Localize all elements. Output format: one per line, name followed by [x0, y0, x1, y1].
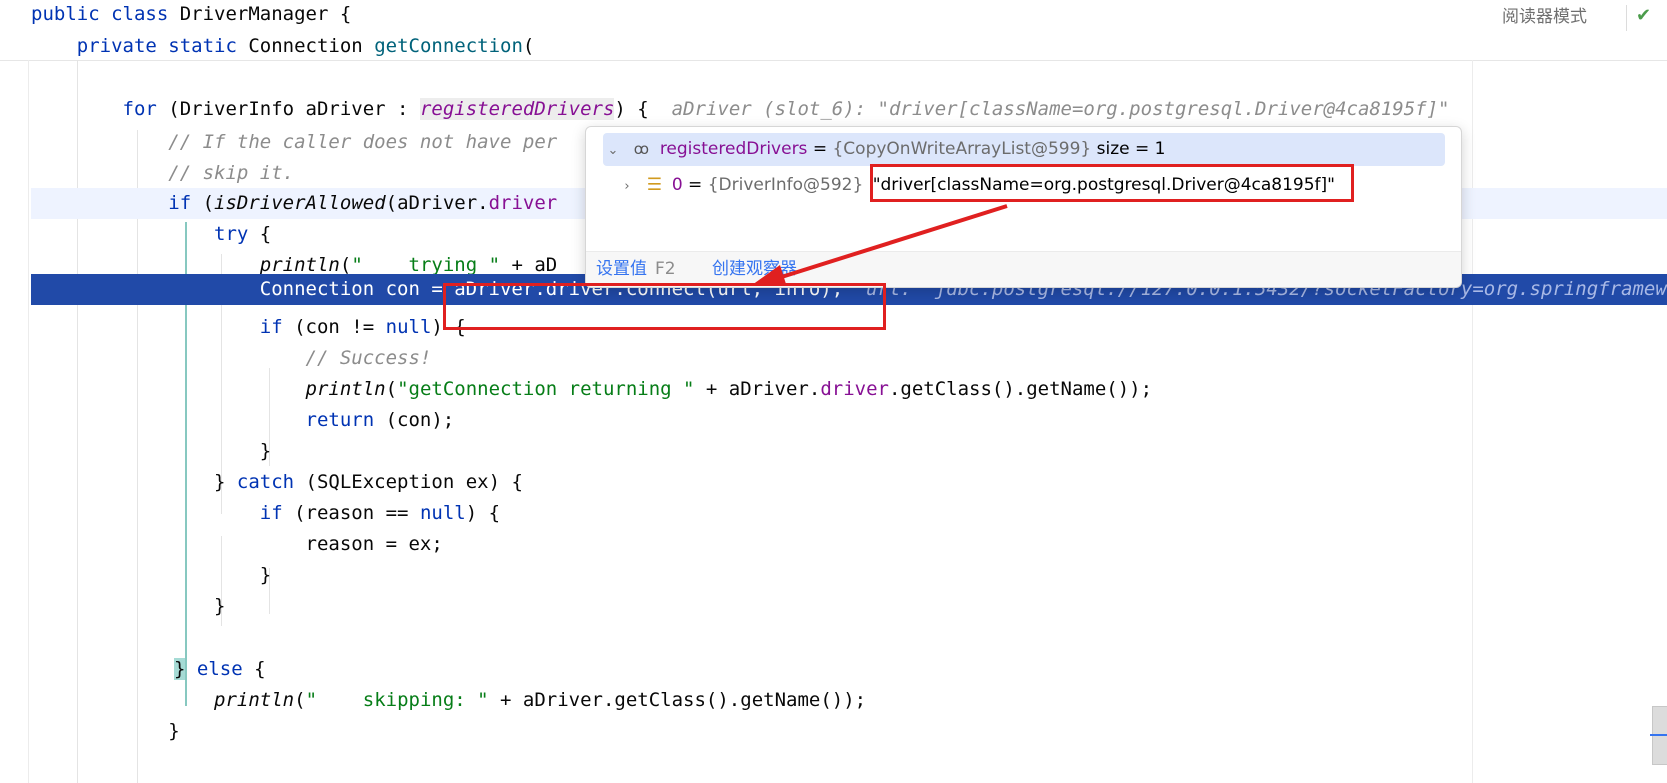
keyword: else	[185, 658, 255, 680]
collection-size: size = 1	[1091, 139, 1166, 159]
keyword: private static	[31, 35, 249, 57]
code-text: }	[31, 440, 272, 462]
code-text: (	[339, 254, 352, 276]
inline-debug-value: aDriver (slot_6): "driver[className=org.…	[648, 98, 1450, 120]
code-text: reason = ex;	[31, 533, 443, 555]
chevron-right-icon[interactable]: ›	[617, 170, 637, 203]
method-call: println	[31, 378, 386, 400]
list-element-icon: ☰	[646, 175, 663, 195]
comment: // If the caller does not have per	[31, 131, 558, 153]
code-text: (	[385, 378, 398, 400]
debug-value-popup[interactable]: ⌄ ꝏ registeredDrivers = {CopyOnWriteArra…	[585, 126, 1462, 288]
code-text: (	[294, 689, 306, 711]
scrollbar-caret-marker	[1650, 734, 1667, 736]
keyword: null	[419, 502, 466, 524]
keyword: return	[31, 409, 386, 431]
keyword: try	[31, 223, 260, 245]
element-type: {DriverInfo@592}	[707, 175, 864, 195]
code-text: (SQLException ex) {	[305, 471, 523, 493]
code-text: (DriverInfo aDriver :	[168, 98, 420, 120]
shortcut-key: F2	[655, 259, 676, 279]
create-watch-action[interactable]: 创建观察器	[712, 252, 797, 287]
code-text: ) {	[465, 502, 501, 524]
keyword: if	[31, 316, 295, 338]
code-text: }	[31, 564, 272, 586]
code-line-return[interactable]: return (con);	[31, 405, 1667, 436]
code-text: + aD	[500, 254, 558, 276]
watch-glasses-icon: ꝏ	[633, 140, 650, 158]
code-text: }	[31, 471, 237, 493]
code-line-comment[interactable]: // Success!	[31, 343, 1667, 374]
string-literal: "getConnection returning "	[397, 378, 695, 400]
method-call: println	[31, 254, 340, 276]
comment: // Success!	[31, 347, 432, 369]
keyword: null	[385, 316, 432, 338]
code-line-else[interactable]: } else {	[174, 654, 1667, 685]
code-text: ) {	[614, 98, 649, 120]
code-line-for[interactable]: for (DriverInfo aDriver : registeredDriv…	[31, 94, 1667, 125]
keyword: public class	[31, 3, 180, 25]
method-call: println	[31, 689, 295, 711]
keyword: for	[31, 98, 169, 120]
code-text: {	[254, 658, 266, 680]
code-text: }	[31, 720, 180, 742]
field-driver: driver	[820, 378, 889, 400]
annotation-box-connect-call	[443, 283, 886, 330]
code-line-brace[interactable]: }	[31, 436, 1667, 467]
annotation-box-driver-value	[870, 164, 1354, 202]
code-text: }	[31, 595, 226, 617]
string-literal: " skipping: "	[305, 689, 489, 711]
field-registered-drivers[interactable]: registeredDrivers	[419, 98, 615, 120]
chevron-down-icon[interactable]: ⌄	[603, 134, 623, 167]
class-name: DriverManager {	[179, 3, 352, 25]
code-line-assign-reason[interactable]: reason = ex;	[31, 529, 1667, 560]
code-line-catch[interactable]: } catch (SQLException ex) {	[31, 467, 1667, 498]
equals-sign: =	[682, 175, 708, 195]
editor-margin-left	[28, 60, 29, 783]
set-value-label: 设置值	[596, 259, 647, 279]
code-text: (	[202, 192, 215, 214]
code-line-println-skipping[interactable]: println(" skipping: " + aDriver.getClass…	[31, 685, 1667, 716]
element-index: 0	[671, 175, 683, 195]
code-text: (aDriver.	[385, 192, 489, 214]
code-line-brace[interactable]: }	[31, 716, 1667, 747]
code-line-1[interactable]: public class DriverManager {	[31, 0, 1667, 30]
set-value-action[interactable]: 设置值 F2	[596, 252, 676, 287]
code-line-if-reason[interactable]: if (reason == null) {	[31, 498, 1667, 529]
method-name: getConnection	[374, 35, 523, 57]
variable-type: {CopyOnWriteArrayList@599}	[832, 139, 1092, 159]
code-text: + aDriver.getClass().getName());	[488, 689, 867, 711]
code-text: (con !=	[294, 316, 386, 338]
code-text: (reason ==	[294, 502, 420, 524]
code-text: (con);	[385, 409, 455, 431]
code-text: + aDriver.	[694, 378, 821, 400]
code-text: (	[522, 35, 535, 57]
code-line-brace[interactable]: }	[31, 591, 1667, 622]
method-call: isDriverAllowed	[214, 192, 386, 214]
code-line-brace[interactable]: }	[31, 560, 1667, 591]
string-literal: " trying "	[351, 254, 501, 276]
keyword: if	[31, 192, 203, 214]
code-text: {	[259, 223, 272, 245]
field-driver: driver	[488, 192, 558, 214]
keyword: catch	[236, 471, 306, 493]
keyword: if	[31, 502, 295, 524]
type-name: Connection	[248, 35, 375, 57]
variable-name: registeredDrivers	[659, 139, 808, 159]
popup-footer: 设置值 F2 创建观察器	[586, 251, 1461, 287]
code-line-println-returning[interactable]: println("getConnection returning " + aDr…	[31, 374, 1667, 405]
comment: // skip it.	[31, 162, 295, 184]
code-line-2[interactable]: private static Connection getConnection(	[31, 31, 1667, 62]
tree-row-registered-drivers[interactable]: ⌄ ꝏ registeredDrivers = {CopyOnWriteArra…	[603, 133, 1445, 166]
equals-sign: =	[807, 139, 833, 159]
code-text: .getClass().getName());	[888, 378, 1153, 400]
matched-brace: }	[174, 658, 186, 680]
